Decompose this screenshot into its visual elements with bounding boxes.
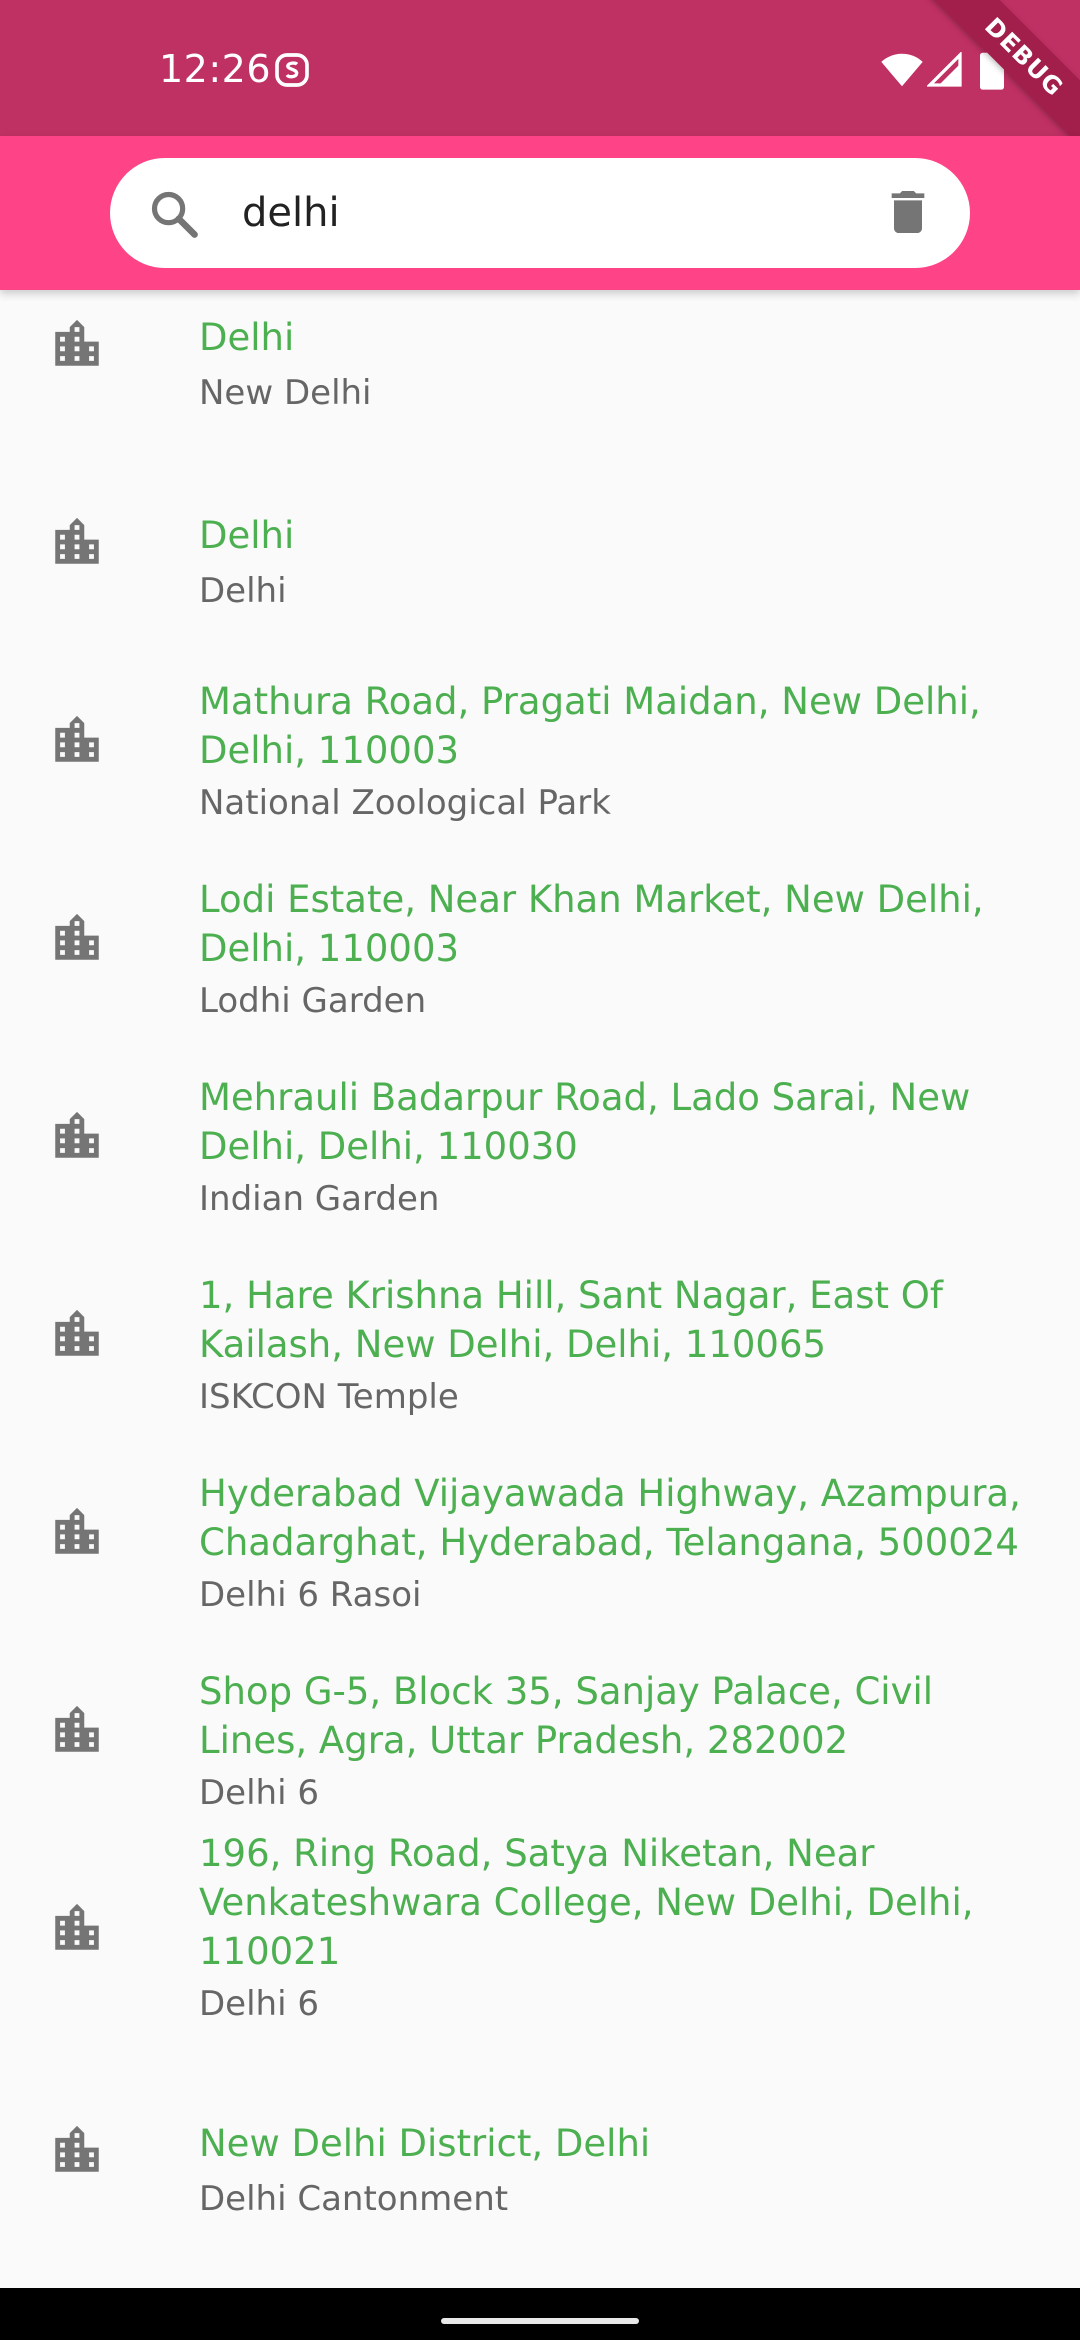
list-item[interactable]: Mathura Road, Pragati Maidan, New Delhi,… <box>0 680 1080 884</box>
result-title: Hyderabad Vijayawada Highway, Azampura, … <box>199 1472 1021 1564</box>
status-time: 12:26 <box>159 47 272 91</box>
s-badge-icon <box>275 53 309 87</box>
result-title: 1, Hare Krishna Hill, Sant Nagar, East O… <box>199 1274 943 1366</box>
result-subtitle: Delhi <box>199 571 287 611</box>
result-title: 196, Ring Road, Satya Niketan, Near Venk… <box>199 1832 974 1973</box>
city-icon <box>55 1111 99 1158</box>
city-icon <box>55 1705 99 1752</box>
result-title: Shop G-5, Block 35, Sanjay Palace, Civil… <box>199 1670 934 1762</box>
list-item[interactable]: 1, Hare Krishna Hill, Sant Nagar, East O… <box>0 1274 1080 1478</box>
list-item[interactable]: Lodi Estate, Near Khan Market, New Delhi… <box>0 878 1080 1082</box>
list-item[interactable]: New Delhi District, Delhi Delhi Cantonme… <box>0 2104 1080 2288</box>
result-subtitle: Lodhi Garden <box>199 981 427 1021</box>
status-bar: 12:26 <box>0 0 1080 136</box>
trash-icon[interactable] <box>880 184 936 240</box>
result-title: New Delhi District, Delhi <box>199 2122 651 2165</box>
result-subtitle: Delhi Cantonment <box>199 2179 509 2219</box>
list-item[interactable]: Delhi New Delhi <box>0 290 1080 488</box>
result-subtitle: New Delhi <box>199 373 372 413</box>
result-title: Delhi <box>199 316 295 359</box>
city-icon <box>55 715 99 762</box>
result-subtitle: Delhi 6 <box>199 1773 319 1813</box>
city-icon <box>55 319 99 366</box>
results-list: Delhi New Delhi Delhi Delhi Mathura Road… <box>0 290 1080 2288</box>
search-icon[interactable] <box>148 188 200 240</box>
result-title: Mehrauli Badarpur Road, Lado Sarai, New … <box>199 1076 971 1168</box>
result-subtitle: Indian Garden <box>199 1179 440 1219</box>
result-subtitle: ISKCON Temple <box>199 1377 459 1417</box>
list-item[interactable]: Delhi Delhi <box>0 488 1080 686</box>
result-subtitle: Delhi 6 Rasoi <box>199 1575 422 1615</box>
city-icon <box>55 1507 99 1554</box>
app-bar <box>0 136 1080 290</box>
result-subtitle: National Zoological Park <box>199 783 611 823</box>
result-title: Lodi Estate, Near Khan Market, New Delhi… <box>199 878 984 970</box>
list-item[interactable]: Mehrauli Badarpur Road, Lado Sarai, New … <box>0 1076 1080 1280</box>
city-icon <box>55 913 99 960</box>
navigation-bar <box>0 2288 1080 2340</box>
city-icon <box>55 517 99 564</box>
city-icon <box>55 1309 99 1356</box>
result-title: Mathura Road, Pragati Maidan, New Delhi,… <box>199 680 981 772</box>
result-subtitle: Delhi 6 <box>199 1984 319 2024</box>
result-title: Delhi <box>199 514 295 557</box>
city-icon <box>55 1903 99 1950</box>
wifi-icon <box>881 53 923 87</box>
list-item[interactable]: Hyderabad Vijayawada Highway, Azampura, … <box>0 1472 1080 1676</box>
cell-signal-icon <box>927 52 962 87</box>
home-indicator[interactable] <box>441 2318 639 2324</box>
list-item[interactable]: 196, Ring Road, Satya Niketan, Near Venk… <box>0 1832 1080 2104</box>
city-icon <box>55 2125 99 2172</box>
search-input[interactable] <box>242 176 822 250</box>
search-box[interactable] <box>110 158 970 268</box>
